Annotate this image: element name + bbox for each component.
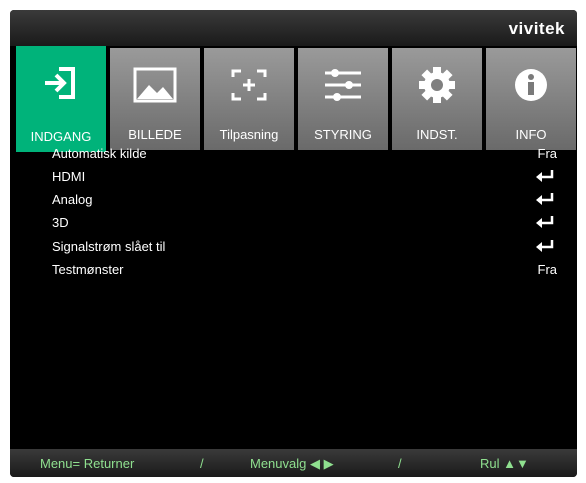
- tab-bar: INDGANG BILLEDE Tilpasning STYRING INDST…: [16, 46, 576, 152]
- menu-item-value: Fra: [537, 262, 558, 277]
- top-bar: vivitek: [10, 10, 577, 46]
- image-icon: [110, 64, 200, 106]
- menu-item-hdmi[interactable]: HDMI: [52, 166, 557, 188]
- info-icon: [486, 64, 576, 106]
- enter-icon: [536, 193, 554, 205]
- tab-indgang[interactable]: INDGANG: [16, 46, 106, 152]
- tab-label: INDST.: [416, 127, 458, 142]
- gear-icon: [392, 64, 482, 106]
- tab-label: Tilpasning: [219, 127, 279, 142]
- tab-label: STYRING: [314, 127, 372, 142]
- enter-icon: [536, 170, 554, 182]
- input-icon: [16, 62, 106, 104]
- enter-icon: [536, 216, 554, 228]
- tab-styring[interactable]: STYRING: [298, 48, 388, 150]
- osd-menu: vivitek INDGANG BILLEDE Tilpasning STYRI…: [10, 10, 577, 477]
- tab-indst[interactable]: INDST.: [392, 48, 482, 150]
- tab-billede[interactable]: BILLEDE: [110, 48, 200, 150]
- adjust-icon: [204, 64, 294, 106]
- hint-scroll: Rul ▲▼: [480, 456, 529, 471]
- tab-tilpasning[interactable]: Tilpasning: [204, 48, 294, 150]
- hint-menu-return: Menu= Returner: [40, 456, 135, 471]
- sliders-icon: [298, 64, 388, 106]
- menu-list: Automatisk kilde Fra HDMI Analog 3D Sign…: [10, 146, 577, 452]
- menu-item-value: Fra: [537, 146, 558, 161]
- brand-logo: vivitek: [508, 19, 565, 38]
- tab-label: INDGANG: [30, 129, 92, 144]
- menu-item-signalstrom[interactable]: Signalstrøm slået til: [52, 236, 557, 258]
- menu-item-testmonster[interactable]: Testmønster Fra: [52, 259, 557, 281]
- tab-label: BILLEDE: [128, 127, 182, 142]
- tab-label: INFO: [515, 127, 547, 142]
- tab-info[interactable]: INFO: [486, 48, 576, 150]
- hint-separator: /: [200, 456, 204, 471]
- menu-item-analog[interactable]: Analog: [52, 189, 557, 211]
- menu-item-3d[interactable]: 3D: [52, 212, 557, 234]
- hint-menu-select: Menuvalg ◀ ▶: [250, 456, 334, 471]
- hint-separator: /: [398, 456, 402, 471]
- enter-icon: [536, 240, 554, 252]
- footer-hint-bar: Menu= Returner / Menuvalg ◀ ▶ / Rul ▲▼: [10, 449, 577, 477]
- menu-item-automatisk-kilde[interactable]: Automatisk kilde Fra: [52, 143, 557, 165]
